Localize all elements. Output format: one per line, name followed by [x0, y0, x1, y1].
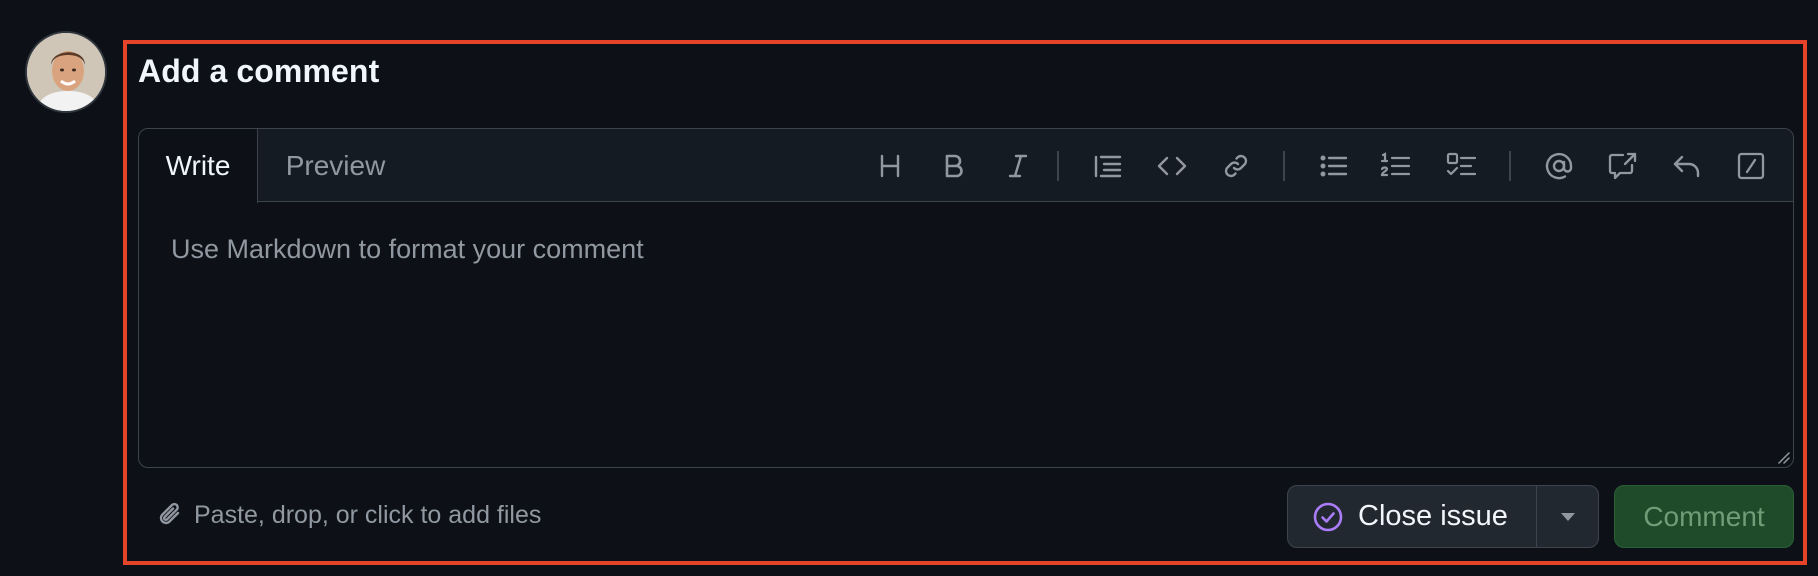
tab-write[interactable]: Write: [139, 129, 258, 203]
reference-icon[interactable]: [1604, 147, 1642, 185]
italic-icon[interactable]: [999, 147, 1037, 185]
editor-toolbar: Write Preview: [139, 129, 1793, 203]
close-issue-button-group: Close issue: [1287, 485, 1599, 548]
bold-icon[interactable]: [935, 147, 973, 185]
comment-editor: Write Preview Use Markdown to format you…: [138, 128, 1794, 468]
avatar[interactable]: [25, 31, 107, 113]
attach-files-button[interactable]: Paste, drop, or click to add files: [156, 500, 541, 530]
triangle-down-icon: [1560, 512, 1575, 521]
reply-icon[interactable]: [1668, 147, 1706, 185]
link-icon[interactable]: [1217, 147, 1255, 185]
toolbar-separator: [1509, 151, 1511, 181]
page-title: Add a comment: [138, 53, 380, 89]
close-issue-label: Close issue: [1358, 500, 1508, 532]
comment-textarea[interactable]: Use Markdown to format your comment: [139, 202, 1793, 467]
task-list-icon[interactable]: [1443, 147, 1481, 185]
unordered-list-icon[interactable]: [1315, 147, 1353, 185]
toolbar-separator: [1057, 151, 1059, 181]
check-circle-icon: [1313, 502, 1343, 531]
code-icon[interactable]: [1153, 147, 1191, 185]
tab-preview[interactable]: Preview: [258, 129, 413, 203]
toolbar-separator: [1283, 151, 1285, 181]
quote-icon[interactable]: [1089, 147, 1127, 185]
heading-icon[interactable]: [871, 147, 909, 185]
close-issue-options-dropdown[interactable]: [1537, 486, 1598, 547]
resize-handle-icon[interactable]: [1776, 450, 1790, 464]
close-issue-button[interactable]: Close issue: [1288, 486, 1537, 547]
ordered-list-icon[interactable]: [1377, 147, 1415, 185]
paperclip-icon: [159, 502, 180, 525]
slash-command-icon[interactable]: [1732, 147, 1770, 185]
attach-files-label: Paste, drop, or click to add files: [194, 500, 542, 529]
comment-submit-button[interactable]: Comment: [1614, 485, 1794, 548]
mention-icon[interactable]: [1540, 147, 1578, 185]
